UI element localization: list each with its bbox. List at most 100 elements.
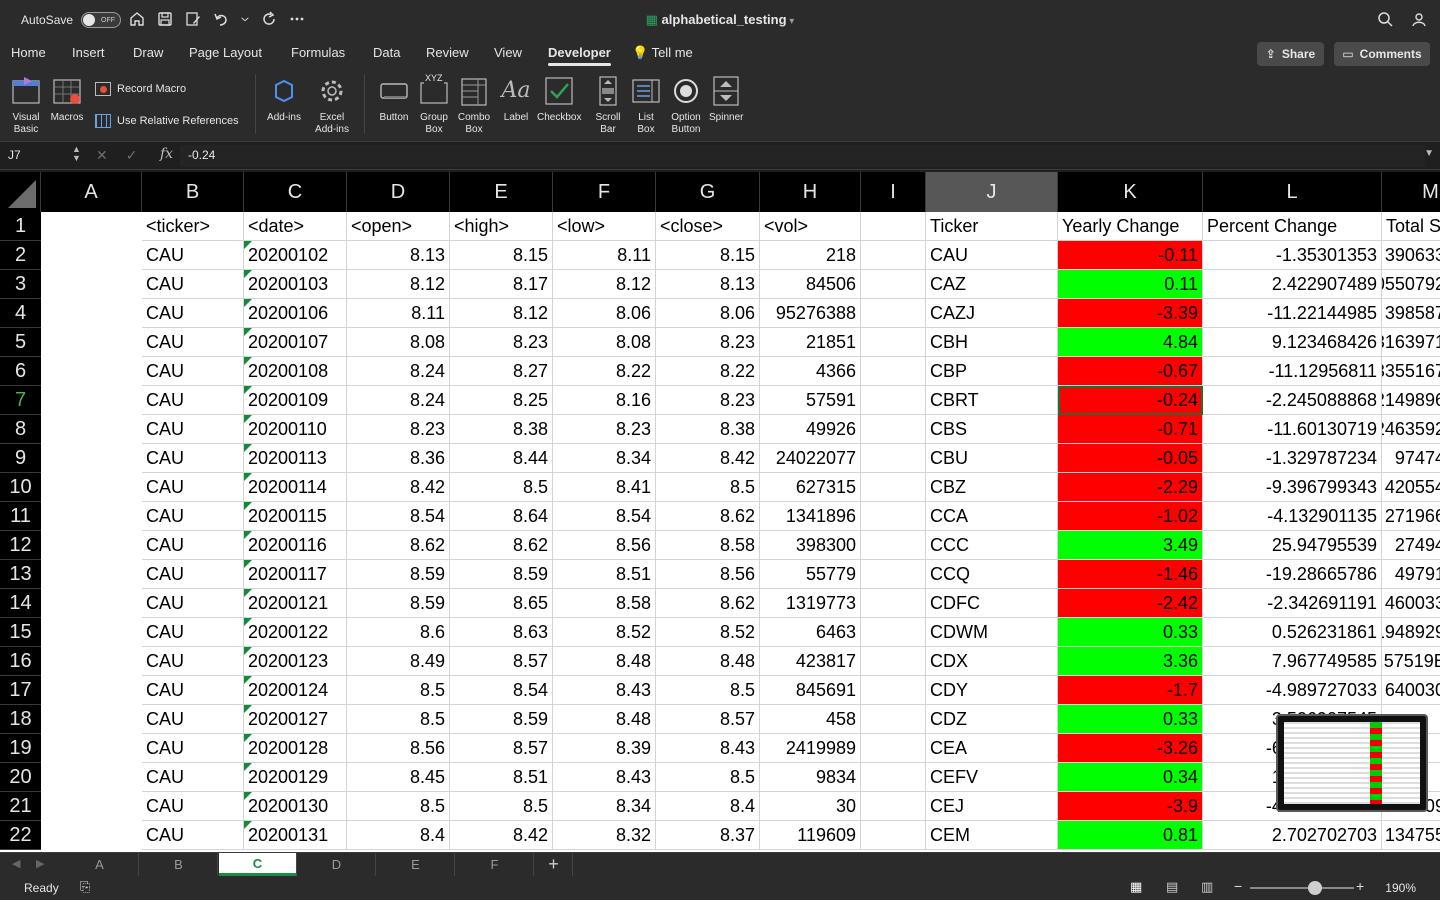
table-cell[interactable]: 8.63: [450, 618, 553, 647]
table-cell[interactable]: [861, 589, 926, 618]
table-cell[interactable]: 8.24: [347, 386, 450, 415]
group-box-control[interactable]: XYZ Group Box: [417, 72, 451, 136]
table-cell[interactable]: 8.38: [450, 415, 553, 444]
table-cell[interactable]: 8.4: [347, 821, 450, 850]
table-cell[interactable]: 8.13: [656, 270, 760, 299]
table-cell[interactable]: [861, 299, 926, 328]
row-header-17[interactable]: 17: [0, 676, 41, 705]
table-cell[interactable]: -3.9: [1058, 792, 1203, 821]
table-cell[interactable]: -1.02: [1058, 502, 1203, 531]
table-cell[interactable]: [861, 473, 926, 502]
chevron-down-icon[interactable]: ▾: [787, 16, 794, 27]
table-cell[interactable]: 8.17: [450, 270, 553, 299]
column-header-g[interactable]: G: [656, 172, 760, 212]
table-cell[interactable]: 8.56: [553, 531, 656, 560]
table-cell[interactable]: 8.23: [347, 415, 450, 444]
table-cell[interactable]: -0.05: [1058, 444, 1203, 473]
formula-input[interactable]: [180, 145, 1425, 167]
table-cell[interactable]: 1.57519E+11: [1382, 647, 1440, 676]
table-cell[interactable]: 1948929322: [1382, 618, 1440, 647]
table-cell[interactable]: 8.65: [450, 589, 553, 618]
table-cell[interactable]: CAU: [142, 473, 244, 502]
table-cell[interactable]: -0.67: [1058, 357, 1203, 386]
table-cell[interactable]: -19.28665786: [1203, 560, 1382, 589]
table-cell[interactable]: 8.48: [553, 705, 656, 734]
table-cell[interactable]: [861, 705, 926, 734]
table-cell[interactable]: 3.49: [1058, 531, 1203, 560]
table-cell[interactable]: 4366: [760, 357, 861, 386]
table-cell[interactable]: 8.08: [553, 328, 656, 357]
table-cell[interactable]: 10550792693: [1382, 270, 1440, 299]
table-cell[interactable]: 8.15: [656, 241, 760, 270]
table-cell[interactable]: CDY: [926, 676, 1058, 705]
share-button[interactable]: ⇪ Share: [1257, 42, 1324, 66]
table-cell[interactable]: 20200113: [244, 444, 347, 473]
table-cell[interactable]: -1.329787234: [1203, 444, 1382, 473]
tab-data[interactable]: Data: [373, 45, 400, 60]
table-cell[interactable]: 8.23: [553, 415, 656, 444]
add-ins-button[interactable]: Add-ins: [267, 74, 301, 124]
table-cell[interactable]: 218: [760, 241, 861, 270]
table-cell[interactable]: 8.42: [450, 821, 553, 850]
zoom-out-icon[interactable]: −: [1234, 878, 1242, 894]
table-cell[interactable]: CBZ: [926, 473, 1058, 502]
table-cell[interactable]: 0.81: [1058, 821, 1203, 850]
table-cell[interactable]: 95276388: [760, 299, 861, 328]
table-cell[interactable]: 390633513: [1382, 241, 1440, 270]
table-cell[interactable]: CAU: [142, 589, 244, 618]
table-cell[interactable]: 8.4: [656, 792, 760, 821]
table-cell[interactable]: 8.27: [450, 357, 553, 386]
table-cell[interactable]: 20200131: [244, 821, 347, 850]
row-header-14[interactable]: 14: [0, 589, 41, 618]
table-cell[interactable]: [861, 792, 926, 821]
table-cell[interactable]: CCQ: [926, 560, 1058, 589]
table-cell[interactable]: 8.06: [553, 299, 656, 328]
table-cell[interactable]: 8.49: [347, 647, 450, 676]
table-cell[interactable]: CBP: [926, 357, 1058, 386]
column-header-f[interactable]: F: [553, 172, 656, 212]
table-cell[interactable]: 8.64: [450, 502, 553, 531]
column-header-b[interactable]: B: [142, 172, 244, 212]
table-cell[interactable]: [861, 444, 926, 473]
table-cell[interactable]: CBS: [926, 415, 1058, 444]
column-header-k[interactable]: K: [1058, 172, 1203, 212]
search-icon[interactable]: [1376, 10, 1394, 28]
table-cell[interactable]: 8.5: [347, 792, 450, 821]
table-cell[interactable]: CEFV: [926, 763, 1058, 792]
sheet-tab-c[interactable]: C: [219, 853, 297, 876]
table-cell[interactable]: 398587708: [1382, 299, 1440, 328]
column-header-i[interactable]: I: [861, 172, 926, 212]
table-cell[interactable]: 8.42: [347, 473, 450, 502]
table-cell[interactable]: 8.39: [553, 734, 656, 763]
table-cell[interactable]: 8.12: [347, 270, 450, 299]
header-cell[interactable]: Percent Change: [1203, 212, 1382, 241]
table-cell[interactable]: 20200109: [244, 386, 347, 415]
table-cell[interactable]: 8.62: [347, 531, 450, 560]
table-cell[interactable]: CDWM: [926, 618, 1058, 647]
page-layout-view-icon[interactable]: ▤: [1166, 879, 1178, 895]
table-cell[interactable]: [861, 386, 926, 415]
header-cell[interactable]: <close>: [656, 212, 760, 241]
sheet-tab-d[interactable]: D: [298, 853, 376, 876]
accessibility-icon[interactable]: ⎘: [80, 879, 90, 895]
table-cell[interactable]: 8.62: [656, 502, 760, 531]
sheet-tab-e[interactable]: E: [377, 853, 455, 876]
table-cell[interactable]: -2.342691191: [1203, 589, 1382, 618]
table-cell[interactable]: 8.22: [553, 357, 656, 386]
spinner-control[interactable]: Spinner: [709, 74, 743, 124]
table-cell[interactable]: 9.123468426: [1203, 328, 1382, 357]
scroll-bar-control[interactable]: Scroll Bar: [591, 74, 625, 136]
combo-box-control[interactable]: Combo Box: [456, 74, 492, 136]
table-cell[interactable]: CAU: [142, 734, 244, 763]
tell-me[interactable]: 💡 Tell me: [632, 45, 693, 61]
table-cell[interactable]: 8.54: [553, 502, 656, 531]
table-cell[interactable]: [861, 531, 926, 560]
table-cell[interactable]: [861, 241, 926, 270]
table-cell[interactable]: [861, 328, 926, 357]
scroll-left-icon[interactable]: ◀: [12, 857, 20, 870]
table-cell[interactable]: 460033378: [1382, 589, 1440, 618]
table-cell[interactable]: 627315: [760, 473, 861, 502]
select-all-corner[interactable]: [0, 172, 41, 212]
table-cell[interactable]: 7.967749585: [1203, 647, 1382, 676]
table-cell[interactable]: 8.56: [347, 734, 450, 763]
